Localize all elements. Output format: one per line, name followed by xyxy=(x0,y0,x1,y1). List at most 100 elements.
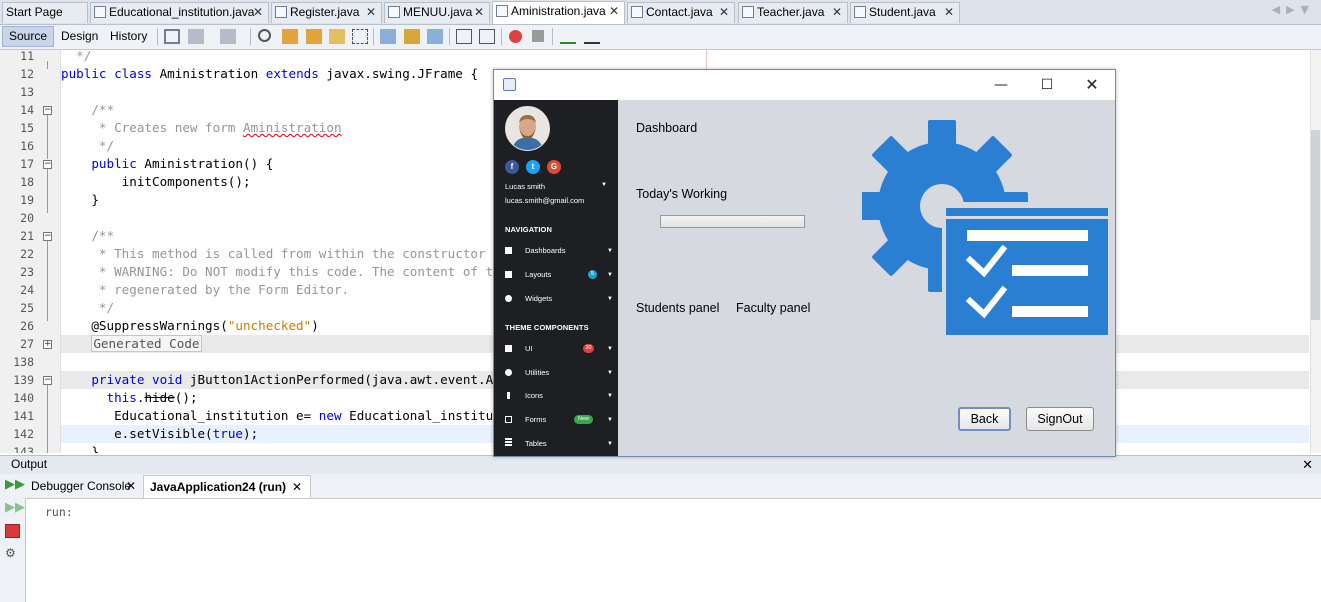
maximize-button[interactable]: ☐ xyxy=(1024,70,1070,100)
shift-left-icon[interactable] xyxy=(456,29,472,44)
start-macro-icon[interactable] xyxy=(509,30,522,43)
sidebar-item-label: Icons xyxy=(525,391,543,400)
fold-guide xyxy=(47,61,48,69)
close-icon[interactable]: ✕ xyxy=(609,2,619,21)
collapse-fold-icon[interactable]: − xyxy=(43,376,52,385)
java-file-icon xyxy=(94,6,106,18)
line-number: 26 xyxy=(20,319,34,333)
tab-label: JavaApplication24 (run) xyxy=(150,480,287,494)
line-number: 16 xyxy=(20,139,34,153)
output-console-text: run: xyxy=(45,505,73,519)
minimize-button[interactable]: — xyxy=(978,70,1024,100)
toolbar-separator xyxy=(449,28,450,45)
caret-down-icon: ▼ xyxy=(607,441,613,447)
toggle-highlight-icon[interactable] xyxy=(329,29,345,44)
shift-right-icon[interactable] xyxy=(479,29,495,44)
faculty-panel-label[interactable]: Faculty panel xyxy=(736,301,810,315)
close-icon[interactable]: ✕ xyxy=(832,3,842,22)
close-icon[interactable]: ✕ xyxy=(366,3,376,22)
tab-contact[interactable]: Contact.java ✕ xyxy=(627,2,735,23)
rectangular-selection-icon[interactable] xyxy=(352,29,368,44)
previous-bookmark-icon[interactable] xyxy=(380,29,396,44)
code-line[interactable]: */ xyxy=(61,50,1309,65)
close-icon[interactable]: ✕ xyxy=(292,476,302,498)
toolbar-separator xyxy=(373,28,374,45)
tab-label: Debugger Console xyxy=(31,479,132,493)
sidebar-item-label: Dashboards xyxy=(525,246,566,255)
tab-javaapplication24-run[interactable]: JavaApplication24 (run) ✕ xyxy=(143,475,311,498)
close-icon[interactable]: ✕ xyxy=(253,3,263,22)
collapse-fold-icon[interactable]: − xyxy=(43,160,52,169)
line-number: 140 xyxy=(13,391,34,405)
collapse-fold-icon[interactable]: − xyxy=(43,232,52,241)
line-number: 14 xyxy=(20,103,34,117)
icons-icon xyxy=(507,392,510,399)
find-next-icon[interactable] xyxy=(306,29,322,44)
dashboard-icon xyxy=(505,247,512,254)
forward-icon[interactable] xyxy=(188,29,204,44)
stop-icon[interactable] xyxy=(5,524,20,538)
fold-guide xyxy=(47,169,48,213)
line-number: 141 xyxy=(13,409,34,423)
close-icon[interactable]: ✕ xyxy=(1302,456,1313,473)
close-icon[interactable]: ✕ xyxy=(126,475,136,497)
google-plus-icon: G xyxy=(547,160,561,174)
last-edit-icon[interactable] xyxy=(220,29,236,44)
tab-teacher[interactable]: Teacher.java ✕ xyxy=(738,2,848,23)
history-view-button[interactable]: History xyxy=(104,26,153,47)
expand-fold-icon[interactable]: + xyxy=(43,340,52,349)
close-window-button[interactable]: ✕ xyxy=(1069,70,1115,100)
find-previous-icon[interactable] xyxy=(282,29,298,44)
tab-label: Contact.java xyxy=(646,5,713,19)
tab-aministration[interactable]: Aministration.java ✕ xyxy=(492,1,625,24)
line-number: 13 xyxy=(20,85,34,99)
uncomment-icon[interactable] xyxy=(584,29,600,44)
tab-start-page[interactable]: Start Page xyxy=(2,2,88,23)
stop-macro-icon[interactable] xyxy=(532,30,544,42)
tab-student[interactable]: Student.java ✕ xyxy=(850,2,960,23)
window-title-bar[interactable]: — ☐ ✕ xyxy=(494,70,1115,100)
toggle-bookmark-icon[interactable] xyxy=(427,29,443,44)
close-icon[interactable]: ✕ xyxy=(944,3,954,22)
caret-down-icon: ▼ xyxy=(607,393,613,399)
rerun-with-args-icon[interactable]: ▶▶ xyxy=(5,501,25,515)
tab-debugger-console[interactable]: Debugger Console ✕ xyxy=(25,475,142,498)
line-number: 11 xyxy=(20,50,34,63)
students-panel-label[interactable]: Students panel xyxy=(636,301,719,315)
java-file-icon xyxy=(388,6,400,18)
signout-button[interactable]: SignOut xyxy=(1026,407,1094,431)
tab-scroll-arrows-icon[interactable]: ◀▶▼ xyxy=(1272,3,1315,16)
next-bookmark-icon[interactable] xyxy=(404,29,420,44)
caret-down-icon: ▼ xyxy=(607,370,613,376)
caret-down-icon: ▼ xyxy=(607,296,613,302)
user-menu-caret-icon: ▼ xyxy=(601,182,607,188)
line-number: 138 xyxy=(13,355,34,369)
editor-scrollbar-thumb[interactable] xyxy=(1311,130,1320,320)
ui-badge: 20 xyxy=(583,344,594,353)
back-history-icon[interactable] xyxy=(164,29,180,44)
comment-icon[interactable] xyxy=(560,29,576,44)
close-icon[interactable]: ✕ xyxy=(474,3,484,22)
tab-register[interactable]: Register.java ✕ xyxy=(271,2,382,23)
design-view-button[interactable]: Design xyxy=(55,26,104,47)
tab-label: MENUU.java xyxy=(403,5,473,19)
rerun-icon[interactable]: ▶▶ xyxy=(5,478,25,492)
line-number: 18 xyxy=(20,175,34,189)
sidebar-item-utilities: Utilities ▼ xyxy=(505,367,613,379)
close-icon[interactable]: ✕ xyxy=(719,3,729,22)
navigation-heading: NAVIGATION xyxy=(505,225,552,234)
tab-menuu[interactable]: MENUU.java ✕ xyxy=(384,2,490,23)
forms-new-badge: New xyxy=(574,415,593,424)
source-view-button[interactable]: Source xyxy=(2,26,55,47)
sidebar-item-label: Widgets xyxy=(525,294,553,303)
tab-educational-institution[interactable]: Educational_institution.java ✕ xyxy=(90,2,269,23)
line-number: 25 xyxy=(20,301,34,315)
back-button[interactable]: Back xyxy=(958,407,1011,431)
collapse-fold-icon[interactable]: − xyxy=(43,106,52,115)
java-file-icon xyxy=(854,6,866,18)
settings-icon[interactable]: ⚙ xyxy=(5,546,20,560)
tab-label: Teacher.java xyxy=(757,5,825,19)
line-number-gutter: 11 12 13 14 15 16 17 18 19 20 21 22 23 24 25 26 27 138 139… xyxy=(0,50,61,453)
line-number: 15 xyxy=(20,121,34,135)
find-icon[interactable] xyxy=(258,29,271,42)
